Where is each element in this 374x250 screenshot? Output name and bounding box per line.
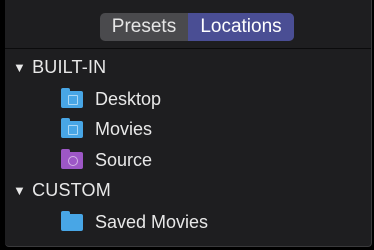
group-built-in[interactable]: ▼ BUILT-IN [13, 53, 106, 81]
folder-icon [61, 210, 83, 231]
source-folder-icon [61, 148, 83, 169]
group-label: CUSTOM [32, 180, 111, 200]
list-item-label: Desktop [95, 89, 162, 109]
list-item-desktop[interactable]: Desktop [61, 85, 161, 113]
folder-icon [61, 117, 83, 138]
locations-panel: Presets Locations ▼ BUILT-IN Desktop Movi… [5, 0, 372, 247]
segmented-control: Presets Locations [100, 13, 294, 41]
list-item-label: Source [95, 150, 153, 170]
list-item-saved-movies[interactable]: Saved Movies [61, 208, 208, 236]
group-label: BUILT-IN [32, 57, 107, 77]
list-item-label: Saved Movies [95, 212, 209, 232]
tab-presets[interactable]: Presets [100, 13, 188, 41]
list-item-source[interactable]: Source [61, 146, 152, 174]
group-custom[interactable]: ▼ CUSTOM [13, 176, 111, 204]
panel-header: Presets Locations [5, 0, 371, 49]
folder-icon [61, 87, 83, 108]
tab-locations[interactable]: Locations [188, 13, 294, 41]
list-item-label: Movies [95, 119, 153, 139]
list-item-movies[interactable]: Movies [61, 115, 152, 143]
disclosure-triangle-icon[interactable]: ▼ [13, 177, 26, 205]
disclosure-triangle-icon[interactable]: ▼ [13, 54, 26, 82]
